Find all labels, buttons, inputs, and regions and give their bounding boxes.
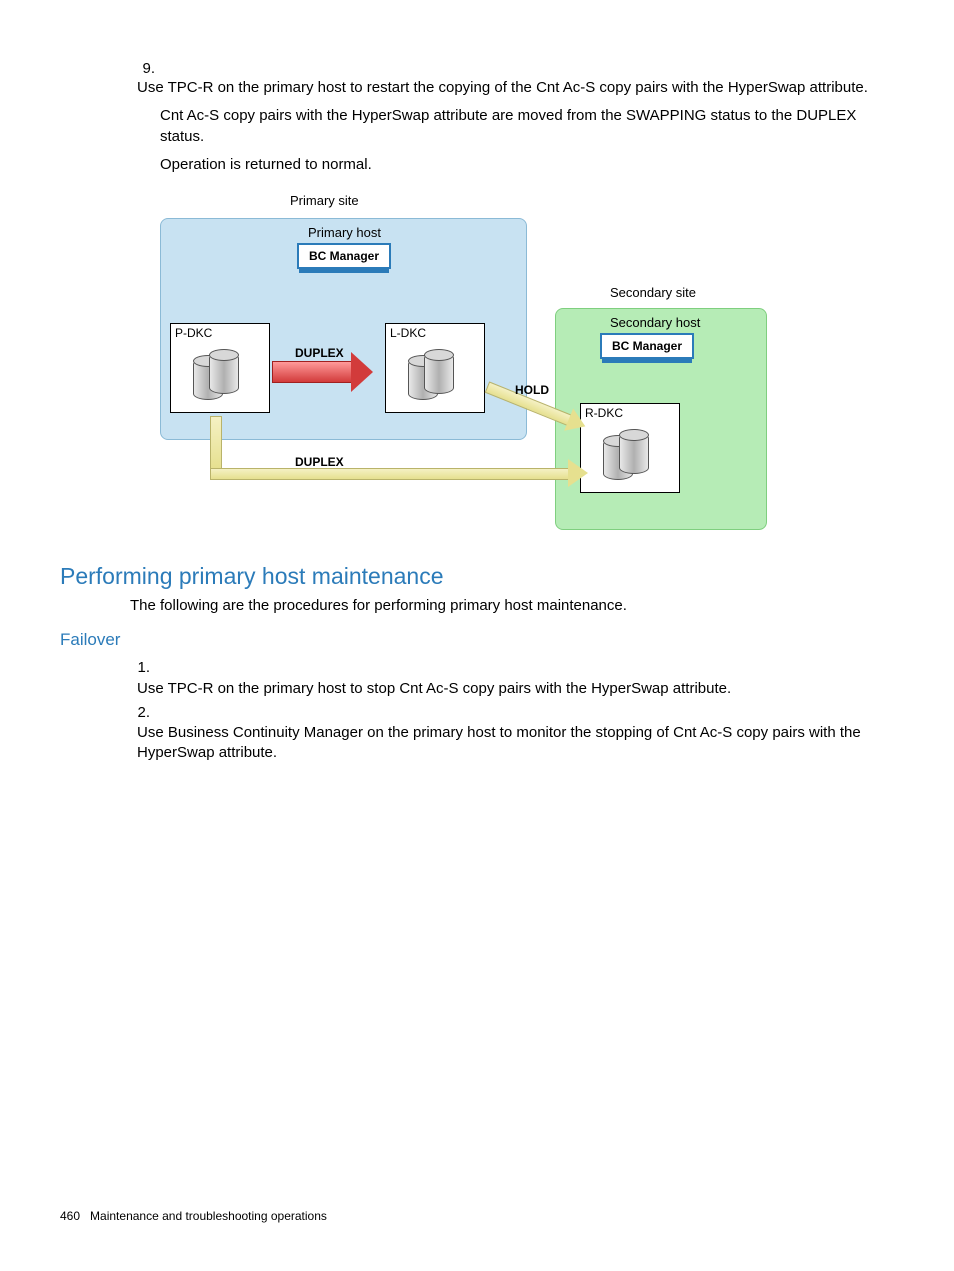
cylinder-icon: [424, 352, 454, 394]
step-number: 2.: [125, 703, 150, 723]
arrowhead-icon: [568, 459, 588, 487]
horizontal-arrow-segment-icon: [210, 468, 572, 480]
duplex-label-top: DUPLEX: [295, 346, 344, 360]
cylinder-icon: [619, 432, 649, 474]
section-intro: The following are the procedures for per…: [130, 596, 894, 616]
page-footer: 460 Maintenance and troubleshooting oper…: [60, 1209, 327, 1223]
l-dkc-box: L-DKC: [385, 323, 485, 413]
step-number: 1.: [125, 658, 150, 678]
duplex-label-bottom: DUPLEX: [295, 455, 344, 469]
primary-site-label: Primary site: [290, 193, 359, 208]
architecture-diagram: Primary site Primary host BC Manager Sec…: [160, 193, 894, 533]
step-9: 9. Use TPC-R on the primary host to rest…: [125, 60, 894, 98]
primary-host-label: Primary host: [308, 225, 381, 240]
bc-manager-secondary: BC Manager: [600, 333, 694, 359]
vertical-arrow-segment-icon: [210, 416, 222, 470]
failover-steps: 1. Use TPC-R on the primary host to stop…: [125, 658, 894, 763]
section-heading: Performing primary host maintenance: [60, 563, 894, 590]
r-dkc-label: R-DKC: [585, 406, 623, 420]
page-number: 460: [60, 1209, 80, 1223]
list-item: 1. Use TPC-R on the primary host to stop…: [125, 658, 894, 699]
hold-label: HOLD: [515, 383, 549, 397]
step-text-line2: Cnt Ac-S copy pairs with the HyperSwap a…: [160, 106, 900, 147]
secondary-host-label: Secondary host: [610, 315, 700, 330]
step-text: Use TPC-R on the primary host to stop Cn…: [137, 679, 887, 699]
list-item: 2. Use Business Continuity Manager on th…: [125, 703, 894, 764]
chapter-title: Maintenance and troubleshooting operatio…: [90, 1209, 327, 1223]
cylinder-icon: [209, 352, 239, 394]
step-number: 9.: [125, 60, 155, 77]
secondary-site-label: Secondary site: [610, 285, 696, 300]
step-text-line1: Use TPC-R on the primary host to restart…: [137, 78, 877, 98]
p-dkc-box: P-DKC: [170, 323, 270, 413]
l-dkc-label: L-DKC: [390, 326, 426, 340]
bc-manager-primary: BC Manager: [297, 243, 391, 269]
step-text: Use Business Continuity Manager on the p…: [137, 723, 887, 764]
p-dkc-label: P-DKC: [175, 326, 212, 340]
r-dkc-box: R-DKC: [580, 403, 680, 493]
step-text-line3: Operation is returned to normal.: [160, 155, 900, 175]
duplex-arrow-icon: [272, 361, 352, 383]
failover-heading: Failover: [60, 630, 894, 650]
